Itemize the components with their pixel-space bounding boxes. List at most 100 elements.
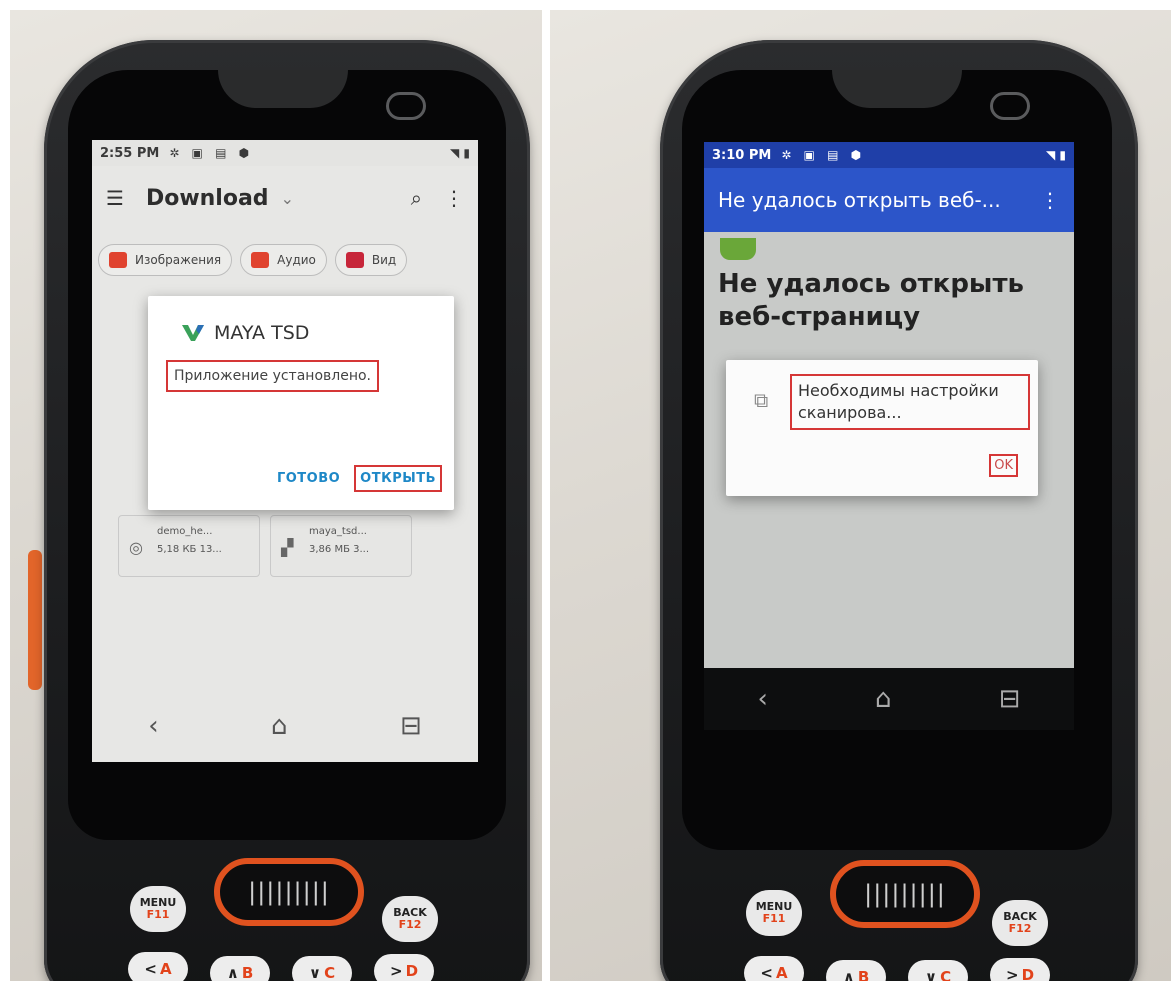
dialog-buttons: ГОТОВО ОТКРЫТЬ [273,465,442,492]
camera-ring [386,92,426,120]
hardware-keypad: ||||||||| MENU F11 BACK F12 < A ∧ B ∨ C > D [44,840,530,981]
key-arrow: ∧ [842,968,855,981]
status-bar: 3:10 PM ✲ ▣ ▤ ⬢ ◥ ▮ [704,142,1074,168]
status-icons: ✲ ▣ ▤ ⬢ [781,148,866,162]
menu-icon[interactable]: ☰ [106,186,124,210]
key-b[interactable]: ∧ B [210,956,270,981]
key-sublabel: F12 [398,918,422,931]
key-letter: B [857,968,870,981]
device-body: 3:10 PM ✲ ▣ ▤ ⬢ ◥ ▮ Не удалось открыть в… [660,40,1138,981]
key-arrow: ∧ [226,964,239,981]
key-arrow: ∨ [924,968,938,981]
image-icon [109,252,127,268]
key-a[interactable]: < A [128,952,188,981]
device-bezel: 3:10 PM ✲ ▣ ▤ ⬢ ◥ ▮ Не удалось открыть в… [682,70,1112,850]
category-chips: Изображения Аудио Вид [98,244,408,276]
key-a[interactable]: < A [744,956,804,981]
dialog-message: Необходимы настройки сканирова... [790,374,1030,430]
chip-label: Изображения [135,253,222,267]
status-time: 2:55 PM [100,145,160,161]
key-sublabel: F11 [762,912,786,925]
more-options-icon[interactable]: ⋮ [1040,188,1060,212]
key-letter: A [159,960,172,978]
search-icon[interactable]: ⌕ [411,186,422,210]
key-d[interactable]: > D [990,958,1050,981]
side-scan-key-left [28,550,42,690]
home-icon[interactable]: ⌂ [875,684,892,714]
key-arrow: < [760,964,773,981]
open-button[interactable]: ОТКРЫТЬ [354,465,442,492]
error-heading: Не удалось открыть веб-страницу [718,269,1024,332]
appbar-title: Не удалось открыть веб-... [718,188,1001,212]
android-icon: ▞ [281,538,294,557]
file-meta: 3,86 МБ 3... [309,544,370,555]
toolbar-title[interactable]: Download [146,186,269,211]
key-letter: D [1021,966,1035,981]
file-meta: 5,18 КБ 13... [157,544,222,555]
key-c[interactable]: ∨ C [292,956,352,981]
status-time: 3:10 PM [712,147,772,163]
home-icon[interactable]: ⌂ [271,711,288,741]
back-key[interactable]: BACK F12 [382,896,438,942]
device-bezel: 2:55 PM ✲ ▣ ▤ ⬢ ◥ ▮ ☰ Download ⌄ ⌕ ⋮ Изо… [68,70,506,840]
file-card[interactable]: ▞ maya_tsd... 3,86 МБ 3... [270,515,412,577]
key-d[interactable]: > D [374,954,434,981]
recent-apps-icon[interactable]: ⊟ [999,684,1021,714]
key-letter: C [940,968,952,981]
key-sublabel: F11 [146,908,170,921]
screen: 2:55 PM ✲ ▣ ▤ ⬢ ◥ ▮ ☰ Download ⌄ ⌕ ⋮ Изо… [92,140,478,762]
chip-label: Вид [371,253,397,267]
camera-ring [990,92,1030,120]
screen: 3:10 PM ✲ ▣ ▤ ⬢ ◥ ▮ Не удалось открыть в… [704,142,1074,730]
app-bar: Не удалось открыть веб-... ⋮ [704,168,1074,232]
settings-file-icon: ⧉ [754,388,769,412]
key-sublabel: F12 [1008,922,1032,935]
fingerprint-icon: ◎ [129,538,143,557]
right-photo-panel: 3:10 PM ✲ ▣ ▤ ⬢ ◥ ▮ Не удалось открыть в… [550,10,1171,981]
chip-video[interactable]: Вид [334,244,408,276]
key-letter: D [405,962,419,980]
earpiece-notch [218,70,348,108]
menu-key[interactable]: MENU F11 [130,886,186,932]
headphones-icon [251,252,270,268]
scan-trigger-key[interactable]: ||||||||| [830,860,980,928]
key-arrow: > [389,962,403,980]
device-body: 2:55 PM ✲ ▣ ▤ ⬢ ◥ ▮ ☰ Download ⌄ ⌕ ⋮ Изо… [44,40,530,981]
navigation-bar: ‹ ⌂ ⊟ [92,700,478,752]
navigation-bar: ‹ ⌂ ⊟ [704,668,1074,730]
earpiece-notch [832,70,962,108]
wifi-battery-icon: ◥ ▮ [449,146,470,160]
dialog-title: MAYA TSD [182,322,309,344]
status-icons: ✲ ▣ ▤ ⬢ [169,146,254,160]
key-letter: A [775,964,788,981]
scanner-settings-dialog: ⧉ Необходимы настройки сканирова... OK [726,360,1038,496]
maya-logo-icon [182,325,204,341]
back-key[interactable]: BACK F12 [992,900,1048,946]
video-icon [345,252,364,268]
android-icon [720,238,756,260]
back-icon[interactable]: ‹ [148,711,158,741]
recent-apps-icon[interactable]: ⊟ [400,711,422,741]
more-options-icon[interactable]: ⋮ [444,186,464,210]
ok-button[interactable]: OK [989,454,1018,477]
back-icon[interactable]: ‹ [758,684,768,714]
menu-key[interactable]: MENU F11 [746,890,802,936]
done-button[interactable]: ГОТОВО [273,467,344,490]
key-letter: C [324,964,336,981]
app-name: MAYA TSD [214,322,310,344]
file-name: maya_tsd... [309,526,367,537]
dialog-message: Приложение установлено. [166,360,379,392]
chevron-down-icon[interactable]: ⌄ [281,189,294,208]
status-bar: 2:55 PM ✲ ▣ ▤ ⬢ ◥ ▮ [92,140,478,166]
scan-trigger-key[interactable]: ||||||||| [214,858,364,926]
key-c[interactable]: ∨ C [908,960,968,981]
key-arrow: ∨ [308,964,322,981]
key-letter: B [241,964,254,981]
key-arrow: < [144,960,157,978]
app-toolbar: ☰ Download ⌄ ⌕ ⋮ [92,174,478,222]
file-card[interactable]: ◎ demo_he... 5,18 КБ 13... [118,515,260,577]
chip-audio[interactable]: Аудио [240,244,327,276]
chip-images[interactable]: Изображения [98,244,233,276]
key-b[interactable]: ∧ B [826,960,886,981]
left-photo-panel: 2:55 PM ✲ ▣ ▤ ⬢ ◥ ▮ ☰ Download ⌄ ⌕ ⋮ Изо… [10,10,542,981]
